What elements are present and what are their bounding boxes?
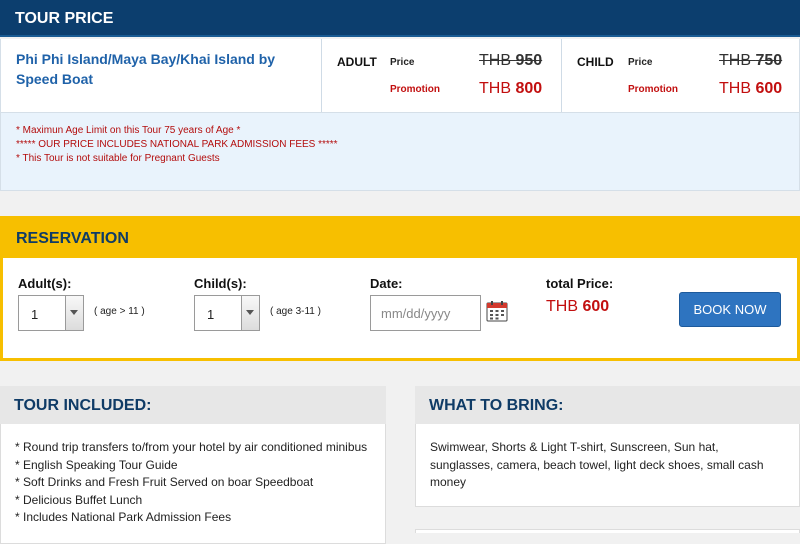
reservation-panel: RESERVATION Adult(s): 1 ( age > 11 ) Chi… bbox=[0, 216, 800, 361]
list-item: * Includes National Park Admission Fees bbox=[15, 510, 232, 524]
reservation-header: RESERVATION bbox=[3, 219, 797, 258]
adult-promotion-price: THB 800 bbox=[479, 80, 543, 97]
what-to-bring-title: WHAT TO BRING: bbox=[429, 397, 564, 414]
children-select-value: 1 bbox=[207, 307, 215, 322]
date-label: Date: bbox=[370, 276, 403, 291]
total-price-value: THB 600 bbox=[546, 298, 610, 315]
note-park-fees: ***** OUR PRICE INCLUDES NATIONAL PARK A… bbox=[16, 139, 338, 150]
children-label: Child(s): bbox=[194, 276, 247, 291]
list-item: * English Speaking Tour Guide bbox=[15, 457, 178, 472]
children-select[interactable]: 1 bbox=[194, 295, 260, 331]
tour-name: Phi Phi Island/Maya Bay/Khai Island by S… bbox=[16, 51, 276, 87]
reservation-title: RESERVATION bbox=[16, 230, 129, 247]
chevron-down-icon[interactable] bbox=[241, 296, 259, 330]
adult-original-price: THB 950 bbox=[479, 52, 543, 69]
calendar-icon[interactable] bbox=[486, 300, 508, 322]
child-original-price: THB 750 bbox=[719, 52, 783, 69]
children-age-hint: ( age 3-11 ) bbox=[270, 306, 321, 317]
child-price-label: Price bbox=[628, 57, 653, 68]
list-item: * Soft Drinks and Fresh Fruit Served on … bbox=[15, 475, 314, 489]
note-pregnant: * This Tour is not suitable for Pregnant… bbox=[16, 153, 220, 164]
adult-label: ADULT bbox=[337, 55, 377, 69]
book-now-button[interactable]: BOOK NOW bbox=[679, 292, 781, 327]
what-to-bring-header: WHAT TO BRING: bbox=[415, 386, 800, 424]
child-promotion-label: Promotion bbox=[628, 84, 678, 95]
tour-included-title: TOUR INCLUDED: bbox=[14, 397, 152, 414]
list-item: * Delicious Buffet Lunch bbox=[15, 492, 143, 507]
adult-promotion-label: Promotion bbox=[390, 84, 440, 95]
child-promotion-price: THB 600 bbox=[719, 80, 783, 97]
tour-included-header: TOUR INCLUDED: bbox=[0, 386, 386, 424]
adults-select-value: 1 bbox=[31, 307, 39, 322]
adults-select[interactable]: 1 bbox=[18, 295, 84, 331]
adults-age-hint: ( age > 11 ) bbox=[94, 306, 145, 317]
date-placeholder: mm/dd/yyyy bbox=[381, 306, 451, 321]
next-panel-edge bbox=[415, 529, 800, 533]
tour-price-title: TOUR PRICE bbox=[15, 10, 114, 27]
child-label: CHILD bbox=[577, 55, 614, 69]
what-to-bring-body: Swimwear, Shorts & Light T-shirt, Sunscr… bbox=[415, 424, 800, 507]
adult-price-label: Price bbox=[390, 57, 415, 68]
date-input[interactable]: mm/dd/yyyy bbox=[370, 295, 481, 331]
what-to-bring-text: Swimwear, Shorts & Light T-shirt, Sunscr… bbox=[430, 440, 764, 489]
note-age-limit: * Maximun Age Limit on this Tour 75 year… bbox=[16, 125, 241, 136]
tour-notes: * Maximun Age Limit on this Tour 75 year… bbox=[0, 113, 800, 191]
chevron-down-icon[interactable] bbox=[65, 296, 83, 330]
divider bbox=[561, 39, 562, 112]
price-row: Phi Phi Island/Maya Bay/Khai Island by S… bbox=[0, 39, 800, 113]
tour-price-header: TOUR PRICE bbox=[0, 0, 800, 37]
tour-included-body: * Round trip transfers to/from your hote… bbox=[0, 424, 386, 544]
adults-label: Adult(s): bbox=[18, 276, 72, 291]
list-item: * Round trip transfers to/from your hote… bbox=[15, 440, 368, 454]
total-price-label: total Price: bbox=[546, 276, 614, 291]
divider bbox=[321, 39, 322, 112]
